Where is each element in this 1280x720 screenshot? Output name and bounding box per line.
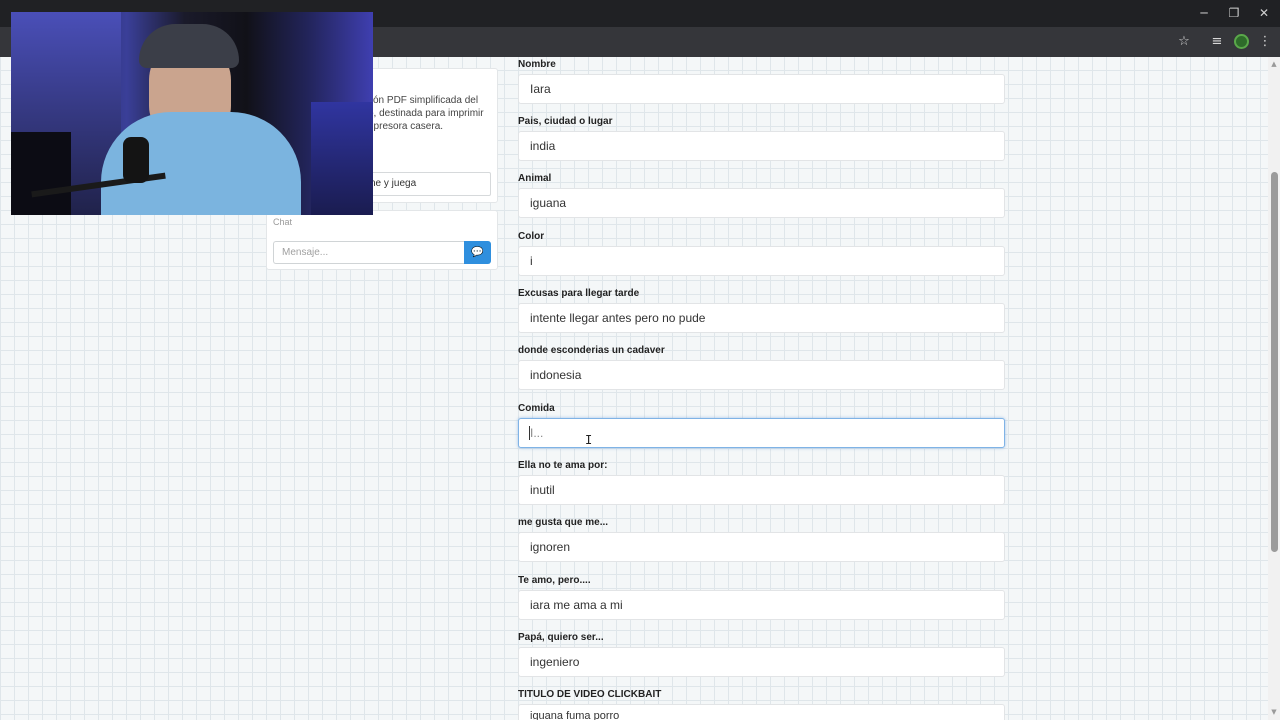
panel-description-line-1: ón PDF simplificada del	[373, 95, 479, 106]
scroll-up-arrow-icon[interactable]: ▲	[1271, 61, 1277, 68]
field-label-titulo: TITULO DE VIDEO CLICKBAIT	[518, 689, 662, 700]
pais-input[interactable]	[518, 131, 1005, 161]
animal-input[interactable]	[518, 188, 1005, 218]
field-label-color: Color	[518, 231, 545, 242]
kebab-menu-icon[interactable]: ⋮	[1256, 33, 1274, 51]
webcam-overlay	[11, 12, 373, 215]
star-icon[interactable]: ☆	[1175, 33, 1193, 51]
text-caret	[529, 426, 530, 440]
chat-message-input[interactable]	[273, 241, 465, 264]
field-label-pais: Pais, ciudad o lugar	[518, 116, 613, 127]
excusas-input[interactable]	[518, 303, 1005, 333]
restore-icon[interactable]: ❐	[1218, 0, 1250, 27]
papa-input[interactable]	[518, 647, 1005, 677]
color-input[interactable]	[518, 246, 1005, 276]
scroll-down-arrow-icon[interactable]: ▼	[1271, 709, 1277, 716]
field-label-nombre: Nombre	[518, 59, 556, 70]
field-label-comida: Comida	[518, 403, 555, 414]
field-label-animal: Animal	[518, 173, 552, 184]
scrollbar-thumb[interactable]	[1271, 172, 1278, 552]
webcam-monitor	[11, 132, 71, 215]
field-label-teamo: Te amo, pero....	[518, 575, 591, 586]
close-icon[interactable]: ✕	[1248, 0, 1280, 27]
ibeam-cursor-icon: I	[585, 433, 593, 447]
panel-description-line-2: o, destinada para imprimir	[368, 108, 484, 119]
webcam-right-light	[311, 102, 373, 215]
titulo-input[interactable]	[518, 704, 1005, 720]
chat-send-button[interactable]: 💬	[464, 241, 491, 264]
chat-title: Chat	[273, 217, 293, 227]
teamo-input[interactable]	[518, 590, 1005, 620]
nombre-input[interactable]	[518, 74, 1005, 104]
chat-send-icon: 💬	[471, 247, 484, 258]
gusta-input[interactable]	[518, 532, 1005, 562]
webcam-person-cap	[139, 24, 239, 68]
webcam-microphone	[123, 137, 149, 183]
share-link-text: ne y juega	[370, 178, 417, 189]
media-control-icon[interactable]: ≡	[1208, 33, 1226, 51]
field-label-ella: Ella no te ama por:	[518, 460, 608, 471]
ella-input[interactable]	[518, 475, 1005, 505]
profile-avatar[interactable]	[1234, 34, 1249, 49]
field-label-papa: Papá, quiero ser...	[518, 632, 604, 643]
cadaver-input[interactable]	[518, 360, 1005, 390]
field-label-cadaver: donde esconderias un cadaver	[518, 345, 665, 356]
panel-description-line-3: npresora casera.	[368, 121, 444, 132]
field-label-excusas: Excusas para llegar tarde	[518, 288, 640, 299]
field-label-gusta: me gusta que me...	[518, 517, 609, 528]
minimize-icon[interactable]: ─	[1188, 0, 1220, 27]
